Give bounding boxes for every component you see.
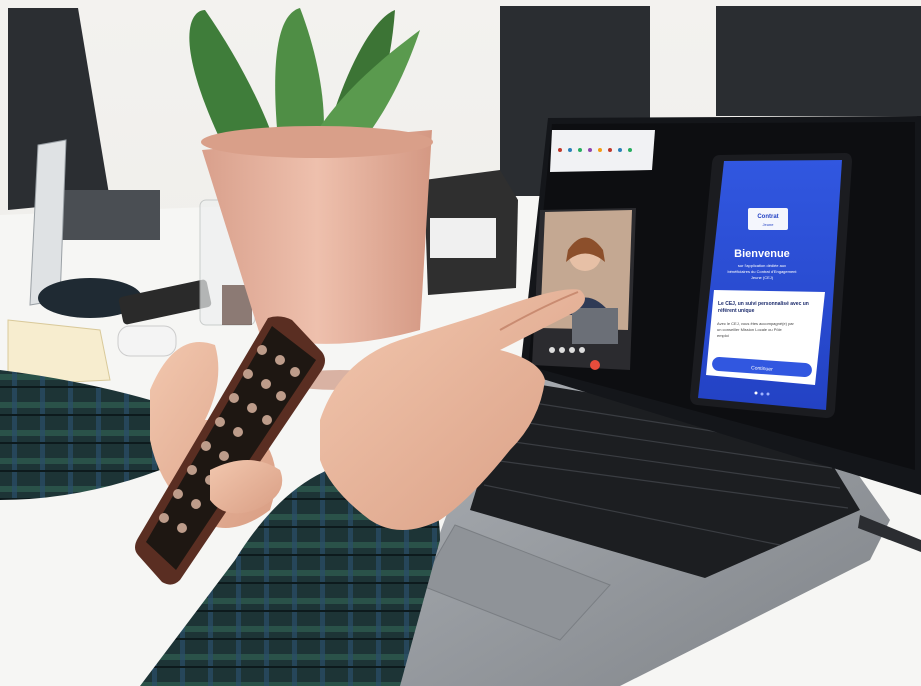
logo-text: Contrat (757, 214, 778, 220)
card-body: emploi (717, 333, 729, 338)
background-monitor (716, 6, 921, 116)
photo-scene: Contrat Jeune Bienvenue sur l'applicatio… (0, 0, 921, 686)
card-title: référent unique (718, 308, 755, 314)
scene-svg: Contrat Jeune Bienvenue sur l'applicatio… (0, 0, 921, 686)
card-body: Avec le CEJ, vous êtes accompagné(e) par (717, 321, 795, 326)
browser-window (550, 130, 655, 172)
self-view (572, 308, 618, 344)
welcome-subtitle: bénéficiaires du Contrat d'Engagement (727, 269, 797, 274)
welcome-subtitle: Jeune (CEJ) (751, 275, 774, 280)
earbuds-case (117, 325, 177, 357)
card-body: un conseiller Mission Locale ou Pôle (717, 327, 782, 332)
card-title: Le CEJ, un suivi personnalisé avec un (718, 301, 809, 307)
welcome-title: Bienvenue (734, 248, 790, 260)
welcome-subtitle: sur l'application dédiée aux (738, 263, 786, 268)
phone-mockup: Contrat Jeune Bienvenue sur l'applicatio… (690, 153, 852, 418)
pot-rim (201, 126, 433, 158)
monitor-stand (60, 190, 160, 240)
logo-text: Jeune (763, 222, 775, 227)
end-call-icon (590, 360, 600, 370)
box-label (430, 218, 496, 258)
